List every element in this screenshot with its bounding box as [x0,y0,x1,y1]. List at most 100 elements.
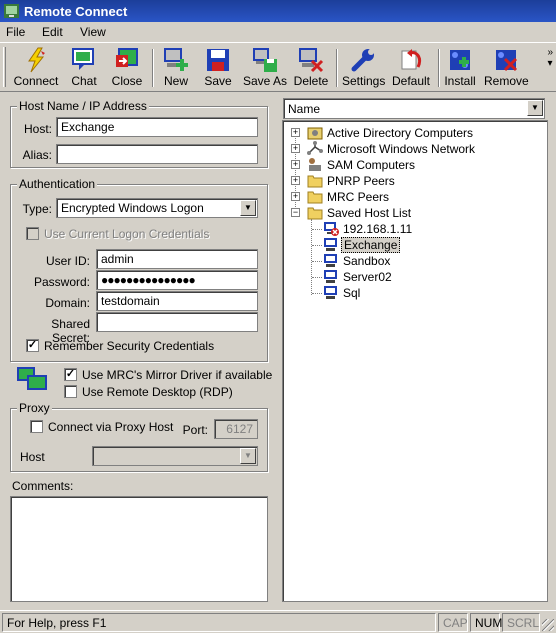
tree-item-active-directory[interactable]: + Active Directory Computers [283,125,543,141]
host-group-label: Host Name / IP Address [17,99,149,113]
password-field[interactable]: ●●●●●●●●●●●●●●● [96,270,258,290]
rdp-checkbox[interactable] [64,385,77,398]
host-field[interactable]: Exchange [56,117,258,137]
host-tree[interactable]: + Active Directory Computers + Microsoft… [282,120,548,602]
userid-field[interactable]: admin [96,249,258,269]
mirror-driver-label: Use MRC's Mirror Driver if available [82,368,273,382]
folder-icon [307,191,323,204]
saved-host-192-168-1-11[interactable]: 192.168.1.11 [283,221,543,237]
shared-secret-field[interactable] [96,312,258,332]
chat-label: Chat [71,74,97,88]
expand-icon[interactable]: + [291,192,300,201]
toolbar-separator [438,49,440,87]
remote-connect-window: Remote Connect File Edit View Connect Ch… [0,0,556,633]
new-label: New [163,74,188,88]
rdp-label: Use Remote Desktop (RDP) [82,385,233,399]
collapse-icon[interactable]: − [291,208,300,217]
tree-item-mrc-peers[interactable]: + MRC Peers [283,189,543,205]
comments-textarea[interactable] [10,496,268,602]
chevron-down-icon[interactable]: ▼ [240,448,256,464]
expand-icon[interactable]: + [291,176,300,185]
close-button[interactable]: Close [106,45,148,91]
tree-item-label: Microsoft Windows Network [327,142,476,156]
type-label: Type: [22,202,52,216]
saved-host-label: Server02 [343,270,392,284]
mirror-driver-checkbox[interactable]: ✓ [64,368,77,381]
settings-button[interactable]: Settings [342,45,385,91]
tree-item-sam-computers[interactable]: + SAM Computers [283,157,543,173]
alias-field[interactable] [56,144,258,164]
tree-line [312,245,322,246]
use-current-credentials-label: Use Current Logon Credentials [44,227,210,241]
new-button[interactable]: New [158,45,194,91]
auth-type-select[interactable]: Encrypted Windows Logon ▼ [56,198,258,218]
resize-grip[interactable] [542,619,554,631]
use-current-credentials-checkbox[interactable] [26,227,39,240]
host-computer-icon [324,254,337,267]
tree-item-label: Active Directory Computers [327,126,474,140]
save-as-label: Save As [242,74,288,88]
save-button[interactable]: Save [200,45,236,91]
menu-view[interactable]: View [80,25,106,39]
tree-item-saved-host-list[interactable]: − Saved Host List [283,205,543,221]
proxy-connect-checkbox[interactable] [30,420,43,433]
proxy-host-select[interactable]: ▼ [92,446,258,466]
menu-file[interactable]: File [6,25,25,39]
expand-icon[interactable]: + [291,144,300,153]
connect-label: Connect [13,74,59,88]
chevron-down-icon[interactable]: ▼ [240,200,256,216]
menu-bar: File Edit View [0,22,556,42]
tree-column-label: Name [288,102,321,116]
proxy-host-label: Host [20,450,45,464]
host-label: Host: [23,122,52,136]
tree-column-select[interactable]: Name ▼ [283,98,545,119]
default-label: Default [391,74,431,88]
monitors-icon [17,367,47,390]
chat-icon [72,48,94,70]
port-label: Port: [182,423,208,437]
delete-host-icon [299,48,324,73]
host-computer-icon [324,270,337,283]
tree-line [312,229,322,230]
userid-label: User ID: [45,254,90,268]
new-host-icon [164,48,188,71]
saved-host-sandbox[interactable]: Sandbox [283,253,543,269]
host-computer-icon [324,286,337,299]
remember-credentials-label: Remember Security Credentials [44,339,215,353]
tree-line [312,261,322,262]
expand-icon[interactable]: + [291,160,300,169]
password-label: Password: [33,275,90,289]
network-icon [307,141,323,155]
default-button[interactable]: Default [390,45,432,91]
menu-edit[interactable]: Edit [42,25,63,39]
num-lock-indicator: NUM [470,613,502,632]
alias-label: Alias: [22,148,52,162]
install-button[interactable]: Install [442,45,478,91]
delete-button[interactable]: Delete [292,45,330,91]
computers-icon [309,158,321,171]
connect-button[interactable]: Connect [10,45,62,91]
toolbar-grip[interactable] [3,47,6,87]
save-as-button[interactable]: Save As [242,45,288,91]
port-field[interactable]: 6127 [214,419,258,439]
remember-credentials-checkbox[interactable]: ✓ [26,339,39,352]
chat-button[interactable]: Chat [64,45,104,91]
directory-icon [307,127,323,140]
tree-item-label: Saved Host List [327,206,412,220]
toolbar-separator [336,49,338,87]
title-bar[interactable]: Remote Connect [0,0,556,22]
remove-button[interactable]: Remove [484,45,529,91]
app-icon [4,4,19,18]
tree-item-pnrp-peers[interactable]: + PNRP Peers [283,173,543,189]
chevron-down-icon[interactable]: ▼ [527,100,543,116]
status-bar: For Help, press F1 CAP NUM SCRL [0,610,556,633]
saved-host-server02[interactable]: Server02 [283,269,543,285]
toolbar-overflow-icon[interactable]: » ▾ [547,47,553,69]
domain-field[interactable]: testdomain [96,291,258,311]
tree-item-windows-network[interactable]: + Microsoft Windows Network [283,141,543,157]
remove-label: Remove [484,74,529,88]
saved-host-exchange[interactable]: Exchange [283,237,543,253]
expand-icon[interactable]: + [291,128,300,137]
saved-host-sql[interactable]: Sql [283,285,543,301]
host-computer-icon [324,238,337,251]
